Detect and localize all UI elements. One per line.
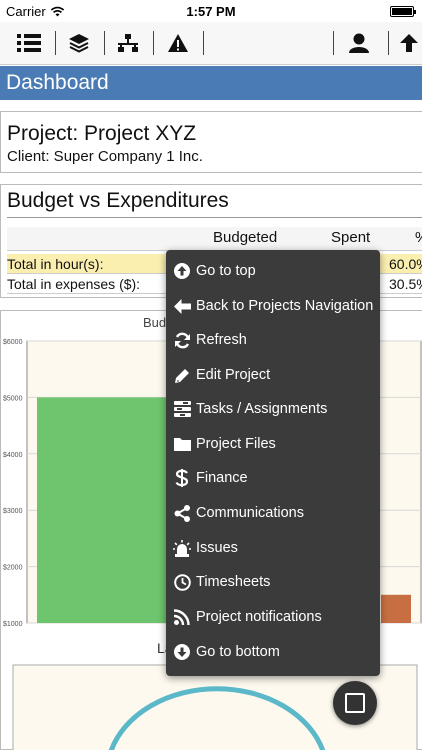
menu-item-communications[interactable]: Communications (166, 496, 380, 530)
menu-item-project-notifications[interactable]: Project notifications (166, 600, 380, 634)
arrow-down-circle-icon (168, 644, 196, 660)
row-percent: 30.5% (389, 276, 422, 292)
project-title: Project: Project XYZ (7, 122, 197, 145)
pencil-icon (168, 367, 196, 384)
y-tick-label: $6000 (3, 339, 23, 346)
menu-item-go-to-top[interactable]: Go to top (166, 254, 380, 288)
menu-item-edit-project[interactable]: Edit Project (166, 358, 380, 392)
menu-item-tasks[interactable]: Tasks / Assignments (166, 392, 380, 426)
menu-item-label: Project Files (196, 436, 276, 452)
column-spent: Spent (331, 229, 371, 246)
menu-item-label: Go to top (196, 263, 256, 279)
menu-item-label: Tasks / Assignments (196, 401, 328, 417)
menu-item-label: Timesheets (196, 574, 271, 590)
arrow-up-circle-icon (168, 263, 196, 279)
menu-item-label: Go to bottom (196, 644, 280, 660)
y-tick-label: $4000 (3, 452, 23, 459)
floating-menu-button[interactable] (333, 681, 377, 725)
share-icon (168, 504, 196, 522)
project-card: Project: Project XYZ Client: Super Compa… (0, 111, 422, 173)
budget-title: Budget vs Expenditures (7, 189, 229, 212)
menu-item-project-files[interactable]: Project Files (166, 427, 380, 461)
arrow-left-icon (168, 298, 196, 314)
menu-item-refresh[interactable]: Refresh (166, 323, 380, 357)
app-screen: Carrier 1:57 PM Dashboard Project: Proje… (0, 0, 422, 750)
toolbar-separator (153, 31, 154, 55)
menu-item-timesheets[interactable]: Timesheets (166, 565, 380, 599)
chart-title: Bud (143, 315, 166, 330)
toolbar (0, 22, 422, 65)
row-label: Total in expenses ($): (7, 276, 141, 292)
menu-item-back-to-projects[interactable]: Back to Projects Navigation (166, 289, 380, 323)
tasks-icon (168, 401, 196, 417)
menu-item-go-to-bottom[interactable]: Go to bottom (166, 635, 380, 669)
toolbar-separator (55, 31, 56, 55)
chart-bar (381, 594, 411, 623)
menu-item-label: Project notifications (196, 609, 322, 625)
toolbar-separator (104, 31, 105, 55)
menu-item-label: Edit Project (196, 367, 271, 383)
layers-icon[interactable] (62, 28, 96, 58)
menu-item-issues[interactable]: Issues (166, 531, 380, 565)
dollar-icon (168, 469, 196, 487)
chart-bar (37, 397, 167, 623)
y-tick-label: $2000 (3, 565, 23, 572)
alert-icon[interactable] (161, 28, 195, 58)
row-label: Total in hour(s): (7, 256, 104, 272)
toolbar-separator (388, 31, 389, 55)
refresh-icon (168, 332, 196, 349)
status-bar: Carrier 1:57 PM (0, 0, 422, 22)
status-time: 1:57 PM (186, 4, 236, 19)
toolbar-separator (203, 31, 204, 55)
battery-icon (390, 6, 416, 17)
column-percent: % (415, 229, 422, 246)
folder-icon (168, 437, 196, 451)
menu-item-label: Finance (196, 470, 248, 486)
square-icon (345, 693, 365, 713)
y-tick-label: $5000 (3, 395, 23, 402)
y-tick-label: $3000 (3, 508, 23, 515)
page-title: Dashboard (0, 66, 422, 100)
y-tick-label: $1000 (3, 621, 23, 628)
siren-icon (168, 539, 196, 557)
rss-icon (168, 609, 196, 625)
budget-divider (7, 217, 422, 218)
menu-item-label: Issues (196, 540, 238, 556)
menu-item-label: Communications (196, 505, 304, 521)
context-menu: Go to top Back to Projects Navigation Re… (166, 250, 380, 676)
user-icon[interactable] (342, 28, 376, 58)
column-budgeted: Budgeted (213, 229, 278, 246)
project-client: Client: Super Company 1 Inc. (7, 148, 203, 165)
clock-icon (168, 573, 196, 591)
network-icon[interactable] (111, 28, 145, 58)
menu-item-label: Back to Projects Navigation (196, 298, 374, 314)
toolbar-separator (333, 31, 334, 55)
menu-item-label: Refresh (196, 332, 247, 348)
budget-table-header: Budgeted Spent % (7, 227, 422, 251)
upload-icon[interactable] (392, 28, 422, 58)
row-percent: 60.0% (389, 256, 422, 272)
list-icon[interactable] (12, 28, 46, 58)
menu-item-finance[interactable]: Finance (166, 461, 380, 495)
